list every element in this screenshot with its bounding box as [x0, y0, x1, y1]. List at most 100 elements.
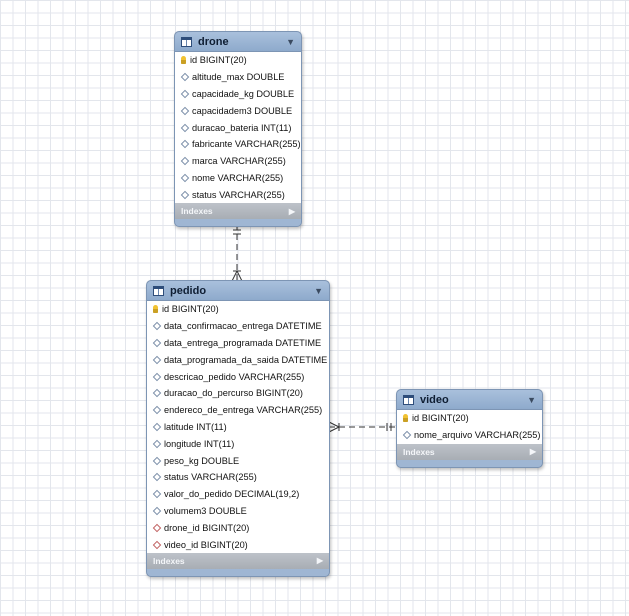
table-footer [175, 219, 301, 227]
expand-arrow-icon[interactable]: ▶ [289, 207, 295, 216]
column-row[interactable]: nome VARCHAR(255) [175, 170, 301, 187]
column-icon [180, 123, 190, 132]
relationship-drone-pedido[interactable] [231, 224, 243, 282]
column-row[interactable]: capacidadem3 DOUBLE [175, 102, 301, 119]
column-row[interactable]: data_programada_da_saida DATETIME [147, 351, 329, 368]
column-label: valor_do_pedido DECIMAL(19,2) [164, 489, 300, 500]
column-label: data_confirmacao_entrega DATETIME [164, 321, 322, 332]
column-row[interactable]: status VARCHAR(255) [175, 186, 301, 203]
collapse-arrow-icon[interactable]: ▼ [314, 286, 323, 296]
column-row[interactable]: latitude INT(11) [147, 419, 329, 436]
column-list: id BIGINT(20) data_confirmacao_entrega DA… [147, 301, 329, 553]
column-icon [152, 506, 162, 516]
table-header[interactable]: drone ▼ [175, 32, 301, 52]
relationship-pedido-video[interactable] [328, 421, 397, 433]
column-row[interactable]: capacidade_kg DOUBLE [175, 86, 301, 103]
table-header[interactable]: pedido ▼ [147, 281, 329, 301]
column-label: duracao_bateria INT(11) [192, 122, 292, 133]
column-label: peso_kg DOUBLE [164, 455, 240, 466]
indexes-section[interactable]: Indexes ▶ [175, 203, 301, 220]
column-label: nome_arquivo VARCHAR(255) [414, 430, 541, 441]
column-label: capacidadem3 DOUBLE [192, 105, 293, 116]
table-icon [181, 36, 192, 47]
foreign-key-icon [152, 540, 162, 549]
column-row[interactable]: volumem3 DOUBLE [147, 503, 329, 520]
column-row[interactable]: video_id BIGINT(20) [147, 536, 329, 553]
column-row[interactable]: endereco_de_entrega VARCHAR(255) [147, 402, 329, 419]
column-icon [152, 456, 162, 465]
column-row[interactable]: id BIGINT(20) [175, 52, 301, 69]
column-icon [180, 173, 190, 183]
table-name: drone [198, 35, 229, 48]
table-header[interactable]: video ▼ [397, 390, 542, 410]
column-label: endereco_de_entrega VARCHAR(255) [164, 405, 323, 416]
column-label: latitude INT(11) [164, 421, 227, 432]
column-row[interactable]: duracao_do_percurso BIGINT(20) [147, 385, 329, 402]
column-icon [152, 439, 162, 449]
column-label: data_entrega_programada DATETIME [164, 337, 322, 348]
column-row[interactable]: duracao_bateria INT(11) [175, 119, 301, 136]
column-row[interactable]: marca VARCHAR(255) [175, 153, 301, 170]
collapse-arrow-icon[interactable]: ▼ [527, 395, 536, 405]
column-row[interactable]: id BIGINT(20) [397, 410, 542, 427]
column-label: status VARCHAR(255) [164, 472, 257, 483]
column-row[interactable]: fabricante VARCHAR(255) [175, 136, 301, 153]
column-label: marca VARCHAR(255) [192, 156, 286, 167]
column-icon [180, 140, 190, 149]
column-icon [180, 190, 190, 200]
indexes-section[interactable]: Indexes ▶ [147, 552, 329, 569]
diagram-canvas[interactable]: drone ▼ id BIGINT(20) altitude_max DOUBLE… [0, 0, 629, 616]
column-label: id BIGINT(20) [162, 304, 219, 315]
column-label: duracao_do_percurso BIGINT(20) [164, 388, 303, 399]
primary-key-icon [181, 56, 186, 65]
column-icon [180, 72, 190, 82]
column-icon [152, 355, 162, 365]
column-row[interactable]: altitude_max DOUBLE [175, 69, 301, 86]
indexes-label: Indexes [153, 555, 185, 566]
column-icon [152, 321, 162, 331]
column-label: status VARCHAR(255) [192, 189, 285, 200]
table-icon [153, 285, 164, 296]
primary-key-icon [153, 305, 158, 314]
column-icon [402, 430, 412, 440]
column-icon [180, 89, 190, 99]
expand-arrow-icon[interactable]: ▶ [530, 447, 536, 456]
table-name: video [420, 393, 449, 406]
table-video[interactable]: video ▼ id BIGINT(20) nome_arquivo VARCHA… [396, 389, 543, 468]
column-icon [152, 473, 162, 482]
column-row[interactable]: id BIGINT(20) [147, 301, 329, 318]
column-row[interactable]: drone_id BIGINT(20) [147, 519, 329, 536]
foreign-key-icon [152, 523, 162, 532]
column-row[interactable]: longitude INT(11) [147, 435, 329, 452]
column-list: id BIGINT(20) altitude_max DOUBLE capacida… [175, 52, 301, 204]
column-list: id BIGINT(20) nome_arquivo VARCHAR(255) [397, 410, 542, 444]
column-row[interactable]: status VARCHAR(255) [147, 469, 329, 486]
table-drone[interactable]: drone ▼ id BIGINT(20) altitude_max DOUBLE… [174, 31, 302, 228]
column-label: descricao_pedido VARCHAR(255) [164, 371, 305, 382]
collapse-arrow-icon[interactable]: ▼ [286, 37, 295, 47]
column-label: id BIGINT(20) [412, 413, 469, 424]
column-icon [152, 338, 162, 348]
column-row[interactable]: peso_kg DOUBLE [147, 452, 329, 469]
column-row[interactable]: descricao_pedido VARCHAR(255) [147, 368, 329, 385]
column-label: fabricante VARCHAR(255) [192, 139, 301, 150]
column-icon [152, 389, 162, 398]
column-icon [180, 106, 190, 116]
expand-arrow-icon[interactable]: ▶ [317, 556, 323, 565]
column-label: longitude INT(11) [164, 438, 235, 449]
table-pedido[interactable]: pedido ▼ id BIGINT(20) data_confirmacao_e… [146, 280, 330, 577]
column-label: drone_id BIGINT(20) [164, 522, 250, 533]
column-icon [180, 156, 190, 166]
indexes-section[interactable]: Indexes ▶ [397, 443, 542, 460]
column-row[interactable]: data_confirmacao_entrega DATETIME [147, 318, 329, 335]
primary-key-icon [403, 414, 408, 423]
column-row[interactable]: data_entrega_programada DATETIME [147, 335, 329, 352]
table-footer [147, 568, 329, 576]
column-label: nome VARCHAR(255) [192, 172, 284, 183]
table-icon [403, 394, 414, 405]
column-icon [152, 405, 162, 415]
column-row[interactable]: valor_do_pedido DECIMAL(19,2) [147, 486, 329, 503]
column-label: data_programada_da_saida DATETIME [164, 354, 328, 365]
column-row[interactable]: nome_arquivo VARCHAR(255) [397, 427, 542, 444]
column-icon [152, 489, 162, 499]
